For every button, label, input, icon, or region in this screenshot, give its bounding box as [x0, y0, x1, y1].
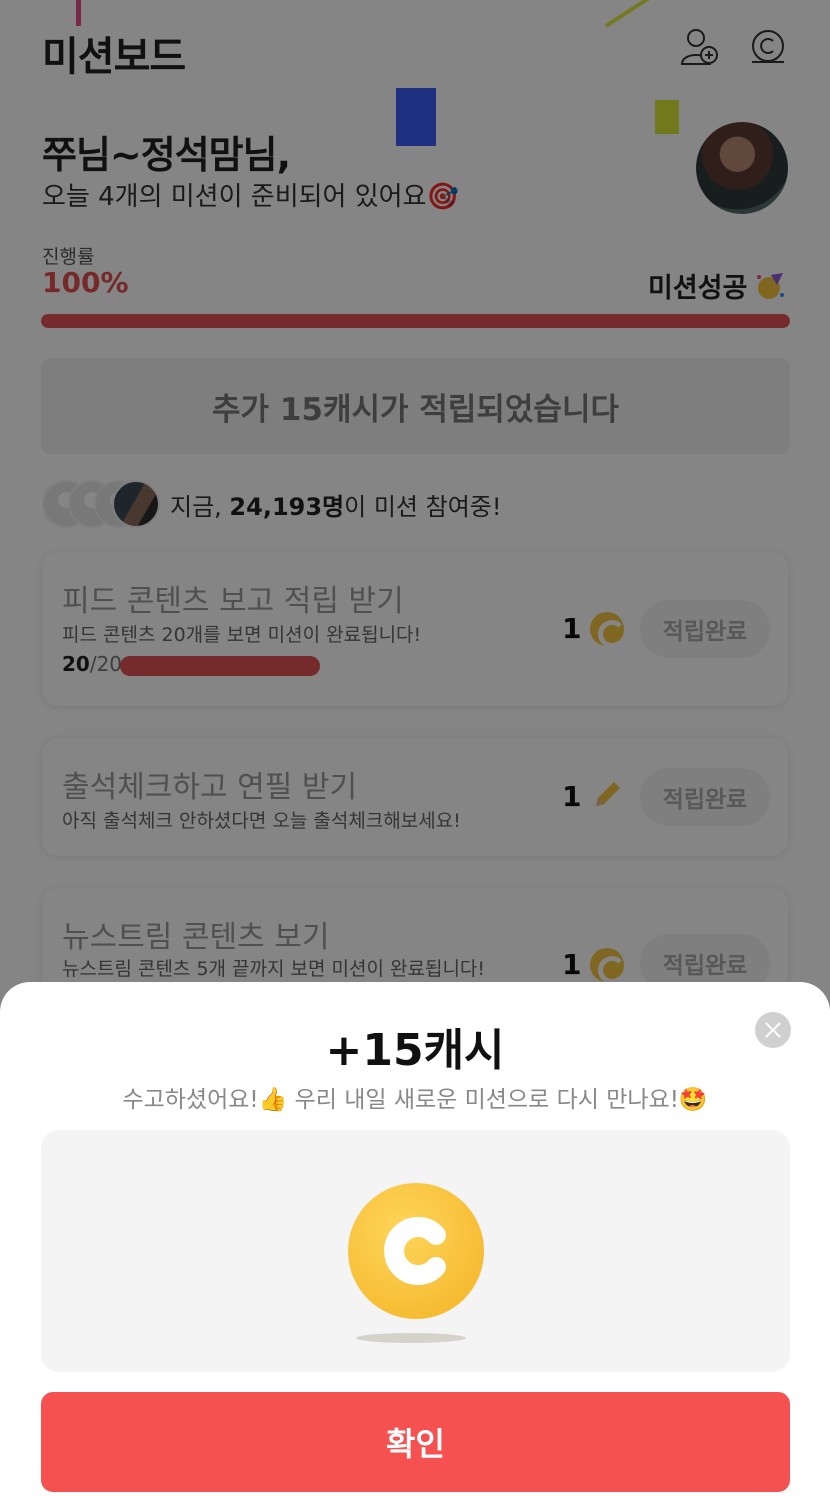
star-eyes-emoji-icon: 🤩 [678, 1087, 708, 1113]
cash-coin-icon [348, 1183, 484, 1319]
modal-subtitle: 수고하셨어요!👍 우리 내일 새로운 미션으로 다시 만나요!🤩 [122, 1087, 708, 1113]
coin-shadow [356, 1333, 466, 1343]
close-button[interactable] [755, 1012, 791, 1048]
thumbs-up-emoji-icon: 👍 [258, 1087, 288, 1113]
confirm-button[interactable]: 확인 [41, 1392, 790, 1492]
modal-title: +15캐시 [325, 1025, 505, 1076]
reward-visual [41, 1130, 790, 1372]
reward-modal: +15캐시 수고하셨어요!👍 우리 내일 새로운 미션으로 다시 만나요!🤩 확… [0, 982, 830, 1496]
